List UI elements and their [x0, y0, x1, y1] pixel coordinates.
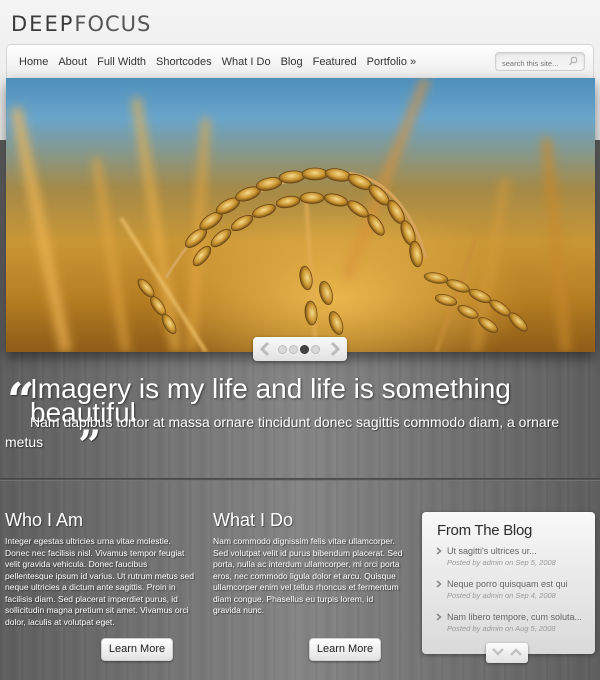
blog-widget: From The Blog Ut sagitti's ultrices ur..…: [422, 512, 595, 654]
what-i-do-text: Nam commodo dignissim felis vitae ullamc…: [213, 536, 403, 615]
chevron-down-icon[interactable]: [491, 647, 505, 657]
blog-scroll-controls: [486, 643, 528, 663]
chevron-right-icon: [436, 613, 442, 621]
slider-dot-1[interactable]: [278, 345, 287, 354]
chevron-right-icon: [436, 580, 442, 588]
nav-item-about[interactable]: About: [58, 56, 87, 68]
chevron-right-icon[interactable]: [328, 341, 342, 357]
slider-dots: [278, 345, 322, 354]
nav-item-full-width[interactable]: Full Width: [97, 56, 146, 68]
nav-item-blog[interactable]: Blog: [281, 56, 303, 68]
blog-post-meta: Posted by admin on Sep 5, 2008: [447, 558, 556, 567]
slider-dot-4[interactable]: [311, 345, 320, 354]
nav-item-home[interactable]: Home: [19, 56, 48, 68]
blog-post-item: Nam libero tempore, cum soluta... Posted…: [436, 612, 591, 645]
blog-widget-title: From The Blog: [437, 522, 533, 539]
what-i-do-section: What I Do Nam commodo dignissim felis vi…: [213, 510, 403, 617]
blog-post-item: Ut sagitti's ultrices ur... Posted by ad…: [436, 546, 591, 579]
who-i-am-title: Who I Am: [5, 510, 84, 530]
nav-item-shortcodes[interactable]: Shortcodes: [156, 56, 212, 68]
nav-item-what-i-do[interactable]: What I Do: [222, 56, 271, 68]
what-i-do-title: What I Do: [213, 510, 294, 530]
quote-body: Nam dapibus tortor at massa ornare tinci…: [5, 412, 595, 469]
nav-item-portfolio[interactable]: Portfolio »: [367, 56, 417, 68]
slider-dot-2[interactable]: [289, 345, 298, 354]
who-i-am-text: Integer egestas ultricies urna vitae mol…: [5, 536, 194, 627]
blog-post-meta: Posted by admin on Aug 5, 2008: [447, 624, 556, 633]
blog-post-title[interactable]: Ut sagitti's ultrices ur...: [447, 546, 591, 556]
chevron-left-icon[interactable]: [258, 341, 272, 357]
chevron-right-icon: [436, 547, 442, 555]
chevron-up-icon[interactable]: [509, 647, 523, 657]
slider-controls: [253, 337, 347, 361]
site-logo[interactable]: DEEPFOCUS: [11, 12, 151, 36]
who-i-am-learn-more-button[interactable]: Learn More: [101, 638, 173, 661]
section-divider: [0, 478, 600, 481]
search-box: [495, 52, 585, 72]
who-i-am-section: Who I Am Integer egestas ultricies urna …: [5, 510, 195, 628]
blog-post-title[interactable]: Nam libero tempore, cum soluta...: [447, 612, 591, 622]
logo-focus: FOCUS: [74, 12, 152, 36]
featured-slider-image[interactable]: [6, 78, 595, 352]
nav-item-featured[interactable]: Featured: [313, 56, 357, 68]
slider-dot-3[interactable]: [300, 345, 309, 354]
main-navigation: Home About Full Width Shortcodes What I …: [6, 44, 594, 78]
search-input[interactable]: [496, 55, 566, 72]
logo-deep: DEEP: [11, 12, 75, 36]
what-i-do-learn-more-button[interactable]: Learn More: [309, 638, 381, 661]
blog-post-item: Neque porro quisquam est qui Posted by a…: [436, 579, 591, 612]
blog-post-meta: Posted by admin on Sep 4, 2008: [447, 591, 556, 600]
search-icon[interactable]: [568, 56, 578, 66]
close-quote-mark: ”: [78, 422, 102, 469]
wheat-field-photo: [11, 78, 571, 352]
blog-post-title[interactable]: Neque porro quisquam est qui: [447, 579, 591, 589]
